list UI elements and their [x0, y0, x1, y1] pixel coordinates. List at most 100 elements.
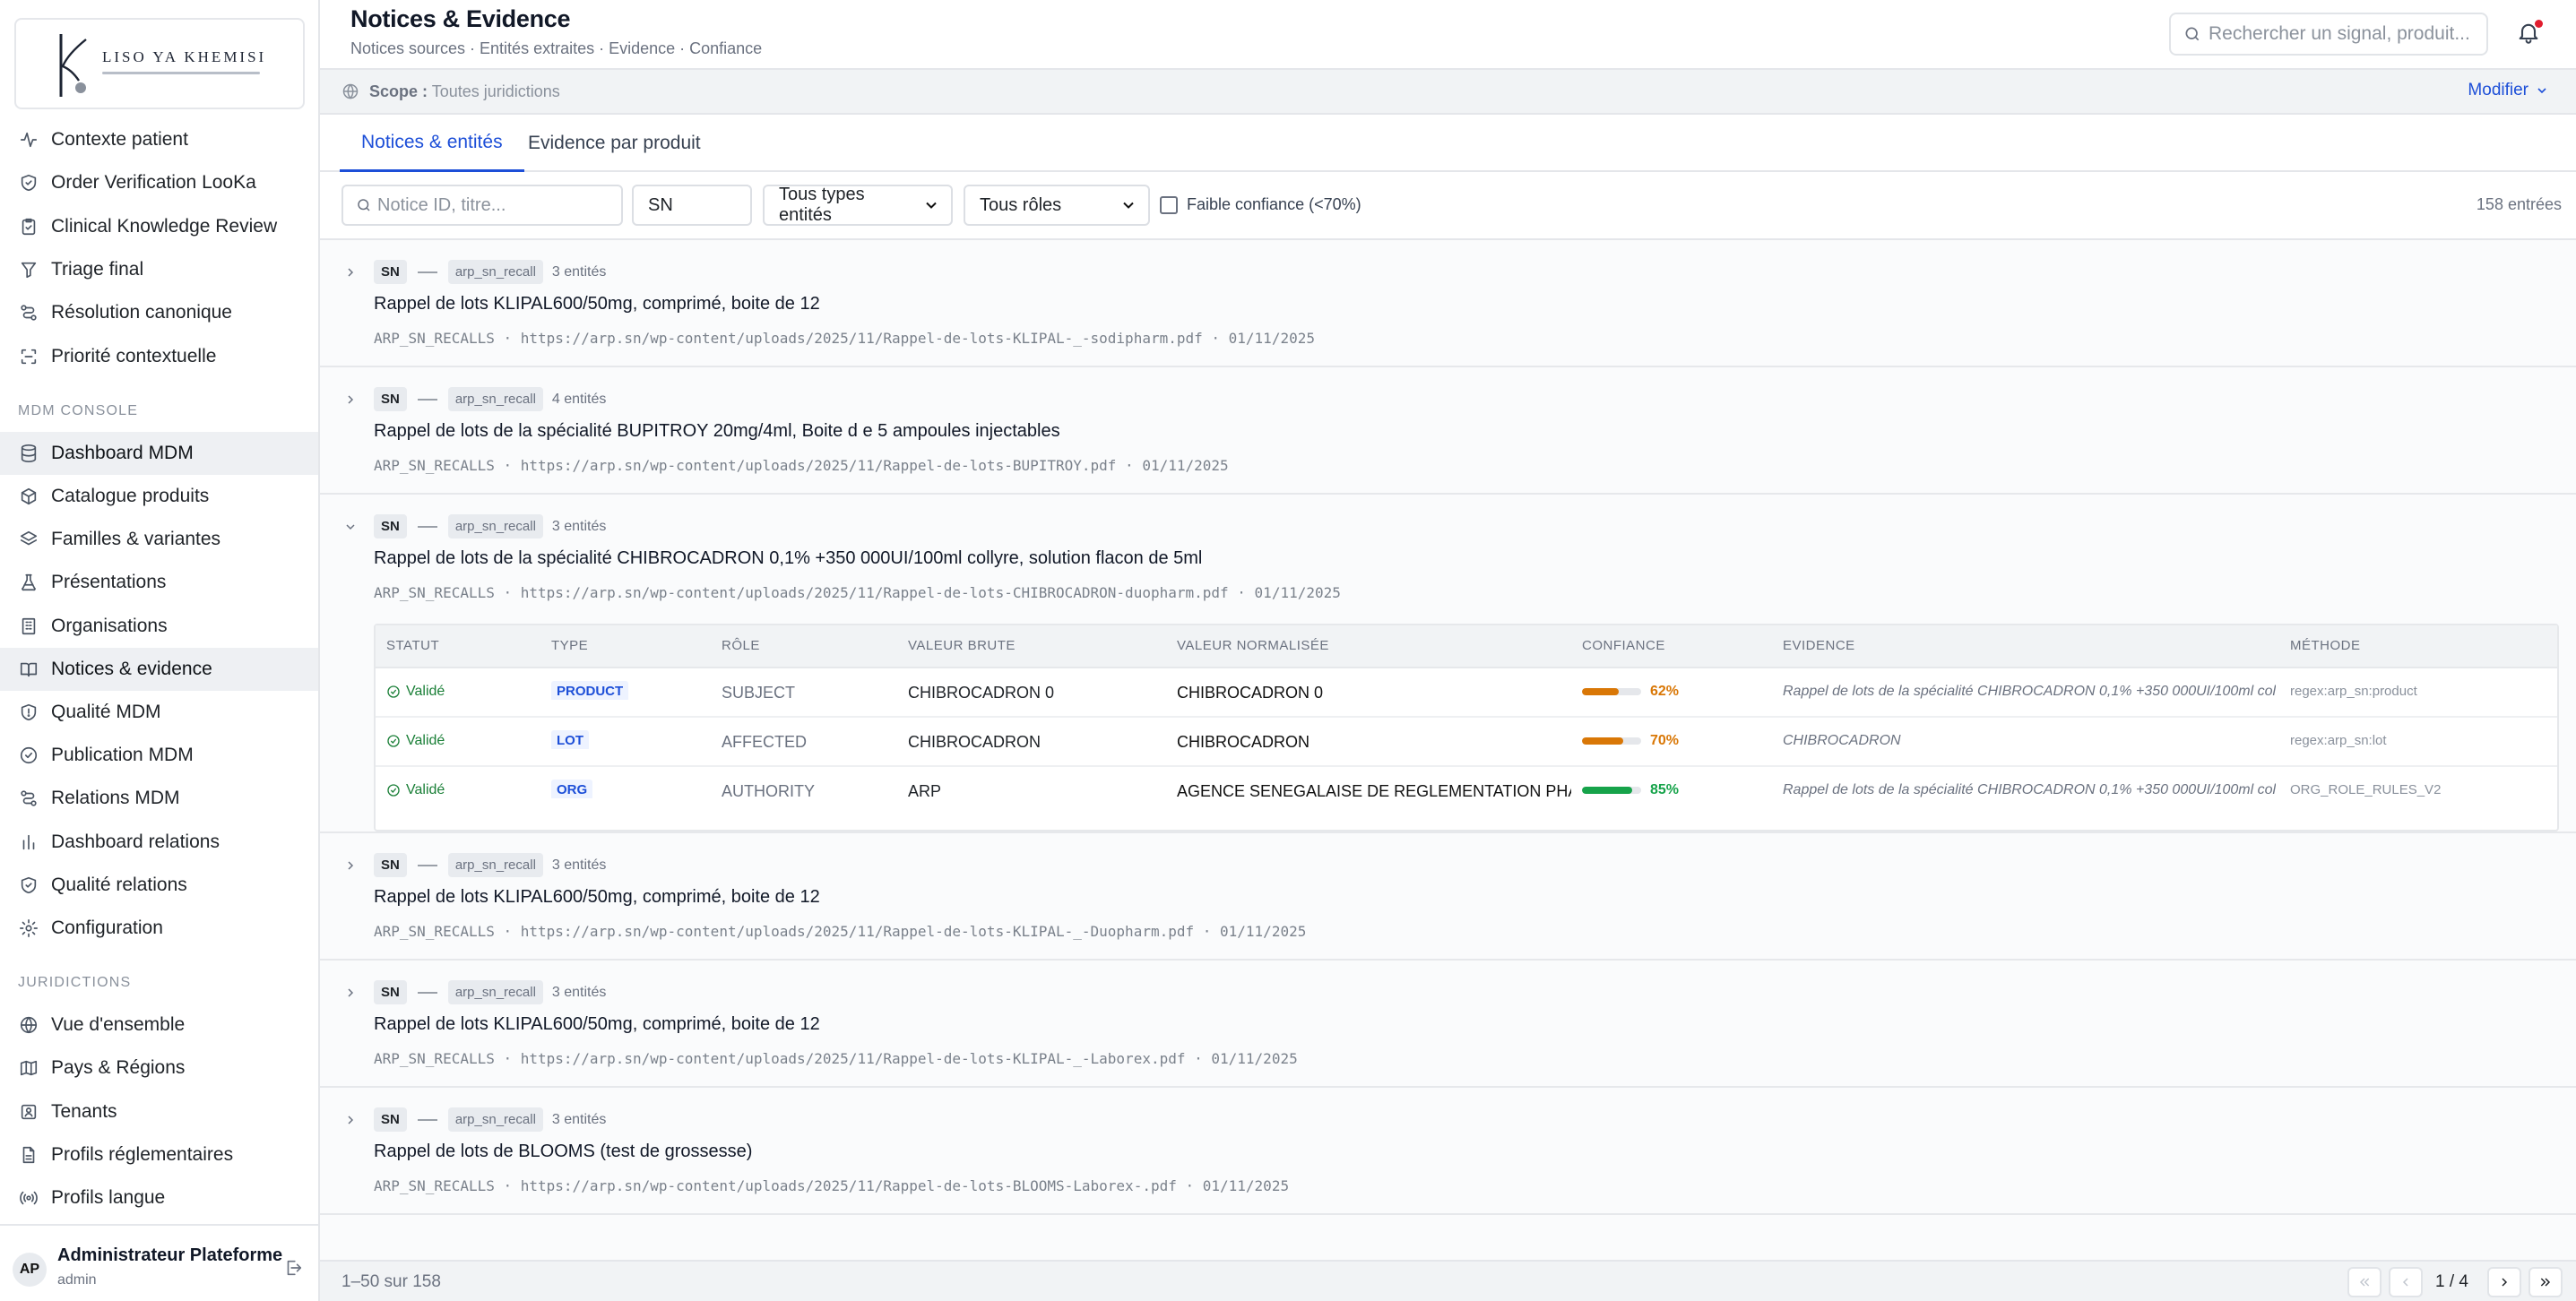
entity-row[interactable]: Validé LOT AFFECTED CHIBROCADRON CHIBROCADRO…: [376, 718, 2557, 767]
notice-title: Rappel de lots de la spécialité CHIBROCA…: [374, 548, 1203, 568]
sidebar-item-pays-regions[interactable]: Pays & Régions: [0, 1047, 318, 1090]
confidence: 70%: [1582, 733, 1679, 749]
sidebar-item-contexte-patient[interactable]: Contexte patient: [0, 125, 318, 161]
sidebar-item-publication-mdm[interactable]: Publication MDM: [0, 734, 318, 777]
method-text: ORG_ROLE_RULES_V2: [2290, 782, 2442, 797]
entity-role: AFFECTED: [722, 733, 808, 751]
status-label: Validé: [406, 684, 445, 699]
sidebar-item-qualite-mdm[interactable]: Qualité MDM: [0, 691, 318, 734]
chevron-right-icon[interactable]: [343, 858, 359, 875]
logo[interactable]: LISO YA KHEMISI: [14, 18, 305, 109]
chevron-right-icon[interactable]: [343, 986, 359, 1002]
chevron-down-icon: [1123, 202, 1134, 209]
chevron-right-icon[interactable]: [343, 265, 359, 281]
notice-row[interactable]: SN arp_sn_recall 3 entités Rappel de lots K…: [320, 961, 2576, 1088]
shield-check-icon: [18, 172, 39, 194]
role-select[interactable]: Tous rôles: [964, 185, 1150, 226]
sidebar: LISO YA KHEMISI Contexte patient Order Ve…: [0, 0, 320, 1301]
column-header: EVIDENCE: [1783, 638, 1855, 653]
first-page-button[interactable]: [2347, 1267, 2382, 1297]
tab-notices-entities[interactable]: Notices & entités: [340, 115, 524, 172]
notice-row[interactable]: SN arp_sn_recall 4 entités Rappel de lots d…: [320, 367, 2576, 495]
notice-source-line: ARP_SN_RECALLS · https://arp.sn/wp-conte…: [374, 584, 1341, 601]
sidebar-item-presentations[interactable]: Présentations: [0, 561, 318, 604]
sidebar-item-notices-evidence[interactable]: Notices & evidence: [0, 647, 318, 691]
notice-row-partial[interactable]: [320, 1215, 2576, 1260]
raw-value: CHIBROCADRON: [908, 733, 1042, 751]
sidebar-item-profils-langue[interactable]: Profils langue: [0, 1176, 318, 1219]
entity-row[interactable]: Validé PRODUCT SUBJECT CHIBROCADRON 0 CHIBRO…: [376, 668, 2557, 718]
global-search[interactable]: [2169, 13, 2488, 56]
previous-page-button[interactable]: [2389, 1267, 2423, 1297]
sidebar-item-dashboard-relations[interactable]: Dashboard relations: [0, 821, 318, 864]
entity-type-badge: LOT: [551, 730, 589, 749]
country-input[interactable]: [648, 194, 750, 216]
logout-button[interactable]: [283, 1258, 305, 1279]
global-search-input[interactable]: [2209, 23, 2477, 45]
confidence-bar: [1582, 737, 1641, 745]
entity-type: LOT: [551, 730, 589, 749]
sidebar-item-catalogue-produits[interactable]: Catalogue produits: [0, 475, 318, 518]
notice-row[interactable]: SN arp_sn_recall 3 entités Rappel de lots K…: [320, 240, 2576, 367]
activity-icon: [18, 129, 39, 151]
chevrons-left-icon: [2359, 1278, 2370, 1287]
notice-meta: SN arp_sn_recall 3 entités: [374, 514, 606, 538]
last-page-button[interactable]: [2528, 1267, 2563, 1297]
notice-search-input[interactable]: [377, 194, 621, 216]
sidebar-item-relations-mdm[interactable]: Relations MDM: [0, 777, 318, 820]
sidebar-item-order-verification-looka[interactable]: Order Verification LooKa: [0, 161, 318, 204]
entity-role: AUTHORITY: [722, 782, 816, 800]
modify-scope-button[interactable]: Modifier: [2468, 81, 2549, 100]
sidebar-item-configuration[interactable]: Configuration: [0, 907, 318, 950]
scope-value: Toutes juridictions: [431, 82, 560, 100]
column-header: VALEUR BRUTE: [908, 638, 1016, 653]
pagination-bar: 1–50 sur 158 1 / 4: [320, 1260, 2576, 1301]
notice-row[interactable]: SN arp_sn_recall 3 entités Rappel de lots d…: [320, 1088, 2576, 1215]
nav-section-heading: JURIDICTIONS: [18, 975, 132, 991]
logo-mark-icon: [59, 34, 87, 97]
sidebar-item-profils-reglementaires[interactable]: Profils réglementaires: [0, 1133, 318, 1176]
tab-evidence-by-product[interactable]: Evidence par produit: [506, 115, 722, 172]
sidebar-item-tenants[interactable]: Tenants: [0, 1090, 318, 1133]
confidence-bar: [1582, 688, 1641, 695]
next-page-button[interactable]: [2487, 1267, 2521, 1297]
notice-search-field[interactable]: [341, 185, 623, 226]
entity-type-badge: ORG: [551, 780, 593, 798]
sidebar-item-triage-final[interactable]: Triage final: [0, 248, 318, 291]
entity-type-select[interactable]: Tous types entités: [763, 185, 953, 226]
sidebar-item-dashboard-mdm[interactable]: Dashboard MDM: [0, 431, 318, 475]
evidence-text: Rappel de lots de la spécialité CHIBROCA…: [1783, 684, 2276, 699]
sidebar-item-label: Familles & variantes: [51, 529, 221, 550]
sidebar-item-priorite-contextuelle[interactable]: Priorité contextuelle: [0, 335, 318, 378]
sidebar-item-label: Dashboard MDM: [51, 442, 194, 463]
page-title: Notices & Evidence: [350, 5, 571, 32]
country-field[interactable]: [632, 185, 752, 226]
country-badge: SN: [374, 853, 407, 877]
sidebar-item-resolution-canonique[interactable]: Résolution canonique: [0, 291, 318, 334]
chevron-right-icon[interactable]: [343, 392, 359, 409]
sidebar-item-vue-d-ensemble[interactable]: Vue d'ensemble: [0, 1004, 318, 1047]
low-confidence-checkbox[interactable]: [1160, 195, 1178, 214]
avatar[interactable]: AP: [13, 1253, 47, 1287]
separator: [417, 271, 437, 273]
notice-row[interactable]: SN arp_sn_recall 3 entités Rappel de lots K…: [320, 833, 2576, 961]
notifications-button[interactable]: [2516, 20, 2543, 47]
sidebar-item-qualite-relations[interactable]: Qualité relations: [0, 864, 318, 907]
entity-row[interactable]: Validé ORG AUTHORITY ARP AGENCE SENEGALAISE …: [376, 767, 2557, 816]
chevron-right-icon[interactable]: [343, 1113, 359, 1129]
column-header: VALEUR NORMALISÉE: [1177, 638, 1329, 653]
check-circle-icon: [387, 735, 400, 747]
sidebar-item-label: Clinical Knowledge Review: [51, 215, 278, 237]
low-confidence-filter[interactable]: Faible confiance (<70%): [1160, 195, 1361, 214]
notice-row[interactable]: SN arp_sn_recall 3 entités Rappel de lots d…: [320, 495, 2576, 833]
sidebar-item-familles-variantes[interactable]: Familles & variantes: [0, 518, 318, 561]
separator: [417, 1118, 437, 1121]
sidebar-item-clinical-knowledge-review[interactable]: Clinical Knowledge Review: [0, 205, 318, 248]
separator: [417, 398, 437, 401]
chevron-down-icon[interactable]: [343, 520, 359, 536]
status-label: Validé: [406, 733, 445, 748]
sidebar-item-organisations[interactable]: Organisations: [0, 605, 318, 648]
column-header: MÉTHODE: [2290, 638, 2361, 653]
role-select-value: Tous rôles: [980, 194, 1062, 215]
sidebar-item-label: Order Verification LooKa: [51, 172, 256, 194]
